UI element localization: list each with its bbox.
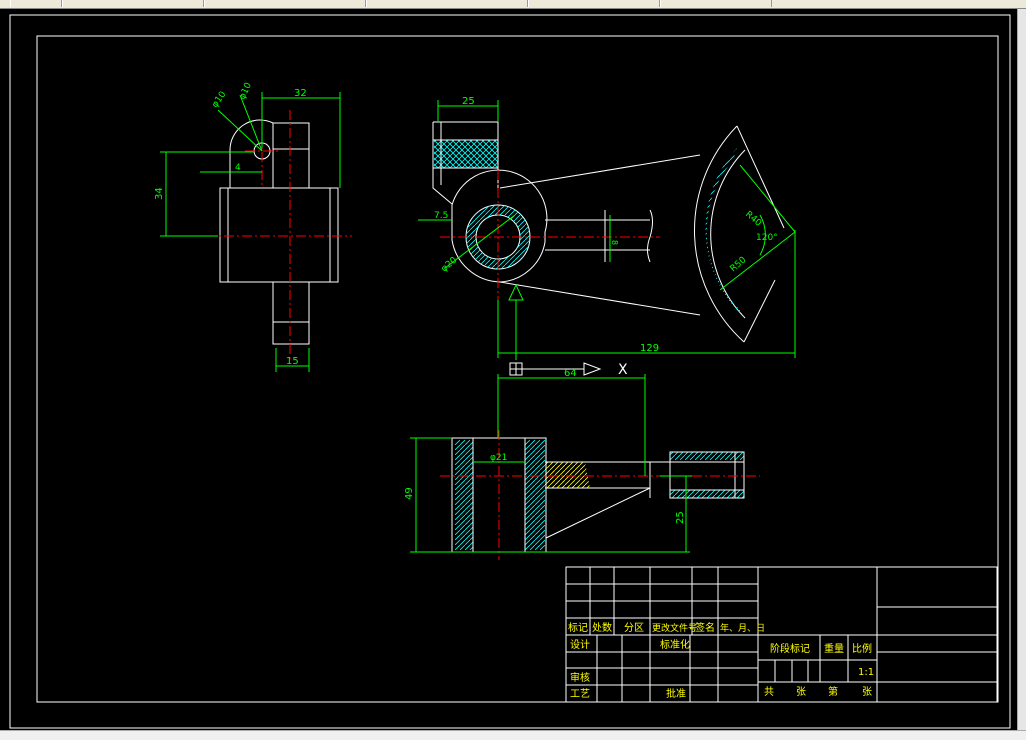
dim-8: 8	[610, 240, 619, 245]
dim-phi21: φ21	[490, 453, 507, 463]
toolbar-tab[interactable]	[660, 0, 772, 7]
dim-15: 15	[286, 356, 299, 367]
ucs-x-label: X	[618, 362, 628, 378]
left-view: 32 4 34 15 φ10 φ10	[154, 81, 352, 372]
main-view: 25 7.5 φ20 8 R40 120° R50 129	[418, 96, 796, 360]
dim-25: 25	[462, 96, 475, 107]
tb-zhongliang: 重量	[824, 642, 844, 655]
toolbar-tab[interactable]	[366, 0, 528, 7]
tb-gong: 共	[764, 686, 774, 698]
dim-120: 120°	[756, 233, 778, 243]
dim-r10: φ10	[238, 81, 255, 101]
dim-25b: 25	[675, 511, 686, 524]
dim-32: 32	[294, 88, 307, 99]
tb-genggai: 更改文件号	[652, 622, 697, 634]
tb-chushu: 处数	[592, 621, 612, 634]
dim-4: 4	[235, 163, 241, 173]
tb-jieduan: 阶段标记	[770, 642, 810, 655]
tb-nianyueri: 年、月、日	[720, 622, 765, 634]
cad-drawing: 32 4 34 15 φ10 φ10 25 7.5 φ20 8 R40 120°…	[9, 14, 1011, 729]
dim-phi20: φ20	[440, 255, 460, 274]
dim-129: 129	[640, 343, 659, 354]
toolbar-tab[interactable]	[10, 0, 62, 7]
tb-bili: 比例	[852, 642, 872, 655]
tb-gongyi: 工艺	[570, 688, 590, 700]
title-block: 标记 处数 分区 更改文件号 签名 年、月、日 设计 标准化 阶段标记 重量 比…	[565, 566, 998, 703]
tb-biaoji: 标记	[568, 622, 588, 634]
dim-34: 34	[154, 187, 165, 200]
toolbar-tab[interactable]	[62, 0, 204, 7]
tb-shenhe: 审核	[570, 671, 590, 684]
toolbar-tab[interactable]	[528, 0, 660, 7]
dim-7-5: 7.5	[434, 211, 448, 221]
drawing-canvas[interactable]: 32 4 34 15 φ10 φ10 25 7.5 φ20 8 R40 120°…	[0, 9, 1017, 730]
bottom-view: 64 φ21 49 25	[404, 368, 760, 560]
dim-64: 64	[564, 368, 577, 379]
vertical-scrollbar[interactable]	[1017, 9, 1026, 730]
tb-biaozhunhua: 标准化	[660, 638, 690, 651]
tb-pizhun: 批准	[666, 687, 686, 700]
toolbar-tab[interactable]	[204, 0, 366, 7]
tb-bili-value: 1:1	[858, 667, 874, 678]
dim-r50: R50	[729, 255, 749, 274]
tb-di: 第	[828, 685, 838, 698]
tb-fenqu: 分区	[624, 622, 644, 634]
window-top-bar	[0, 0, 1026, 9]
tb-sheji: 设计	[570, 638, 590, 651]
dim-phi10: φ10	[210, 90, 228, 110]
dim-r40: R40	[743, 210, 763, 229]
tb-zhang1: 张	[796, 686, 806, 698]
tb-qianming: 签名	[695, 621, 715, 634]
dim-49: 49	[404, 487, 415, 500]
tb-zhang2: 张	[862, 686, 872, 698]
